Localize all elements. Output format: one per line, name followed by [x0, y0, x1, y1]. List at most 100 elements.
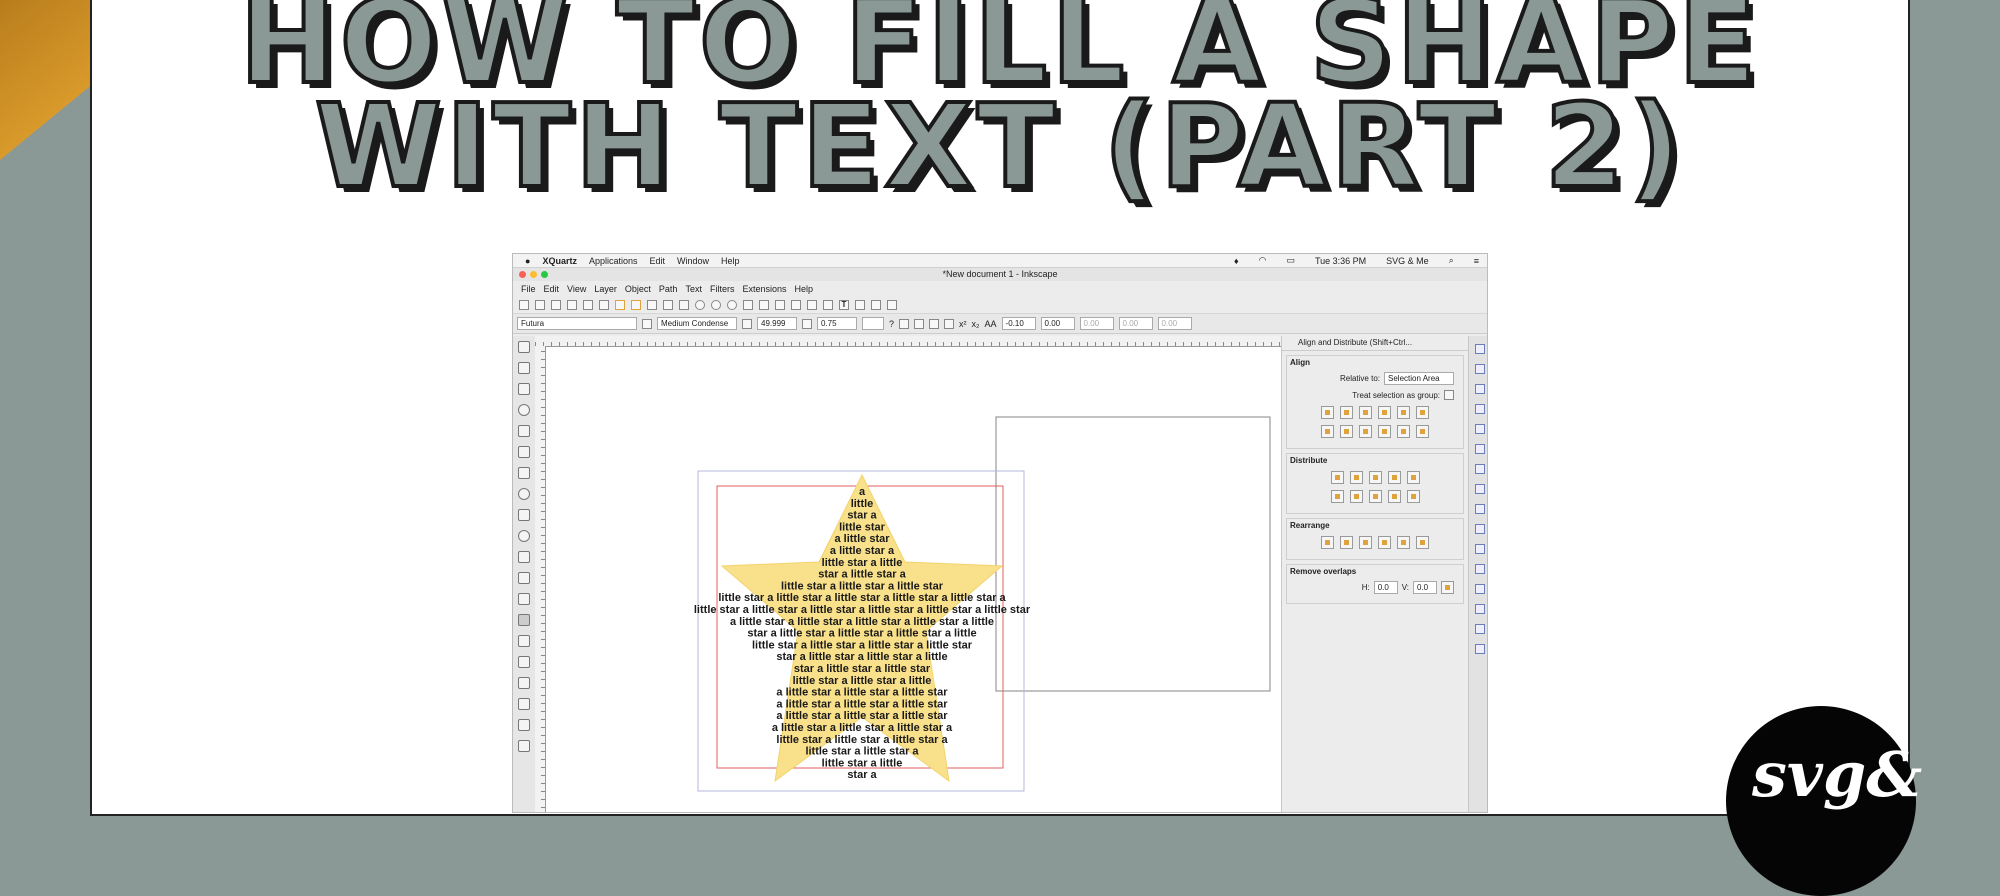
- paste-icon[interactable]: [679, 299, 689, 310]
- menu-path[interactable]: Path: [659, 284, 678, 294]
- snap-bbox-icon[interactable]: [1474, 364, 1485, 374]
- ellipse-tool-icon[interactable]: [518, 488, 530, 500]
- redo-icon[interactable]: [631, 299, 641, 310]
- mac-menu-window[interactable]: Window: [677, 256, 709, 266]
- print-icon[interactable]: [567, 299, 577, 310]
- distribute-left-icon[interactable]: [1330, 471, 1344, 484]
- text-font-icon[interactable]: T: [839, 299, 849, 310]
- menu-view[interactable]: View: [567, 284, 586, 294]
- snap-grid-icon[interactable]: [1474, 624, 1485, 634]
- vertical-shift-input[interactable]: 0.00: [1118, 317, 1153, 330]
- clone-icon[interactable]: [759, 299, 769, 310]
- pen-tool-icon[interactable]: [518, 572, 530, 584]
- snap-bbox-edges-icon[interactable]: [1474, 384, 1485, 394]
- close-window-button[interactable]: [519, 271, 526, 278]
- cut-icon[interactable]: [663, 299, 673, 310]
- distribute-middle-icon[interactable]: [1349, 490, 1363, 503]
- center-horizontal-axis-icon[interactable]: [1359, 425, 1372, 438]
- eraser-tool-icon[interactable]: [518, 656, 530, 668]
- align-text-baseline-icon[interactable]: [1416, 425, 1429, 438]
- rotation-input[interactable]: 0.00: [1157, 317, 1192, 330]
- menu-help[interactable]: Help: [794, 284, 813, 294]
- ungroup-icon[interactable]: [807, 299, 817, 310]
- distribute-center-icon[interactable]: [1349, 471, 1363, 484]
- align-justify-icon[interactable]: [944, 318, 955, 329]
- group-icon[interactable]: [791, 299, 801, 310]
- align-top-edges-icon[interactable]: [1340, 425, 1353, 438]
- snap-paths-icon[interactable]: [1474, 464, 1485, 474]
- spray-tool-icon[interactable]: [518, 635, 530, 647]
- pencil-tool-icon[interactable]: [518, 551, 530, 563]
- measure-tool-icon[interactable]: [518, 425, 530, 437]
- menu-layer[interactable]: Layer: [594, 284, 617, 294]
- mac-menu-applications[interactable]: Applications: [589, 256, 638, 266]
- battery-icon[interactable]: ▭: [1286, 255, 1295, 266]
- box-3d-tool-icon[interactable]: [518, 467, 530, 479]
- align-bottom-edge-icon[interactable]: [1321, 425, 1334, 438]
- distribute-baseline-icon[interactable]: [1406, 471, 1420, 484]
- maximize-window-button[interactable]: [541, 271, 548, 278]
- mac-menu-help[interactable]: Help: [721, 256, 740, 266]
- mesh-tool-icon[interactable]: [518, 719, 530, 731]
- snap-rotation-icon[interactable]: [1474, 564, 1485, 574]
- align-left-icon[interactable]: [899, 318, 910, 329]
- align-distribute-icon[interactable]: [871, 299, 881, 310]
- snap-bbox-corners-icon[interactable]: [1474, 404, 1485, 414]
- zoom-tool-icon[interactable]: [518, 404, 530, 416]
- distribute-top-icon[interactable]: [1330, 490, 1344, 503]
- zoom-page-icon[interactable]: [727, 299, 737, 310]
- align-right-edge-icon[interactable]: [1321, 406, 1334, 419]
- gradient-tool-icon[interactable]: [518, 698, 530, 710]
- export-icon[interactable]: [599, 299, 609, 310]
- font-family-input[interactable]: Futura: [517, 317, 637, 330]
- star-tool-icon[interactable]: [518, 509, 530, 521]
- graph-layout-icon[interactable]: [1321, 536, 1334, 549]
- remove-overlaps-button[interactable]: [1441, 581, 1454, 594]
- node-tool-icon[interactable]: [518, 362, 530, 374]
- align-top-edge-icon[interactable]: [1397, 425, 1410, 438]
- align-left-edge-icon[interactable]: [1397, 406, 1410, 419]
- distribute-right-icon[interactable]: [1368, 471, 1382, 484]
- align-center-icon[interactable]: [914, 318, 925, 329]
- word-spacing-input[interactable]: 0.00: [1040, 317, 1075, 330]
- snap-centers-icon[interactable]: [1474, 544, 1485, 554]
- snap-midpoints-icon[interactable]: [1474, 424, 1485, 434]
- menu-object[interactable]: Object: [625, 284, 651, 294]
- menu-extensions[interactable]: Extensions: [742, 284, 786, 294]
- bucket-tool-icon[interactable]: [518, 677, 530, 689]
- menu-text[interactable]: Text: [685, 284, 702, 294]
- list-icon[interactable]: ≡: [1474, 256, 1479, 266]
- xml-editor-icon[interactable]: [855, 299, 865, 310]
- font-size-input[interactable]: 49.999: [757, 317, 797, 330]
- align-bottom-edges-icon[interactable]: [1378, 425, 1391, 438]
- subscript-icon[interactable]: x₂: [972, 319, 980, 329]
- snap-smooth-icon[interactable]: [1474, 524, 1485, 534]
- wifi-icon[interactable]: ◠: [1259, 255, 1267, 266]
- font-family-dropdown-icon[interactable]: [642, 318, 652, 329]
- snap-nodes-icon[interactable]: [1474, 444, 1485, 454]
- snap-page-icon[interactable]: [1474, 604, 1485, 614]
- unlink-clone-icon[interactable]: [775, 299, 785, 310]
- unit-select[interactable]: [862, 317, 884, 330]
- open-icon[interactable]: [535, 299, 545, 310]
- distribute-gaps-icon[interactable]: [1387, 471, 1401, 484]
- align-baseline-icon[interactable]: [1416, 406, 1429, 419]
- align-left-edges-icon[interactable]: [1340, 406, 1353, 419]
- minimize-window-button[interactable]: [530, 271, 537, 278]
- mac-menu-xquartz[interactable]: XQuartz: [542, 256, 577, 266]
- menu-filters[interactable]: Filters: [710, 284, 735, 294]
- fill-stroke-icon[interactable]: [823, 299, 833, 310]
- apple-icon[interactable]: ●: [525, 256, 530, 266]
- snap-cusp-icon[interactable]: [1474, 504, 1485, 514]
- selector-tool-icon[interactable]: [518, 341, 530, 353]
- mic-icon[interactable]: ♦: [1234, 256, 1239, 266]
- new-document-icon[interactable]: [519, 299, 529, 310]
- distribute-bottom-icon[interactable]: [1368, 490, 1382, 503]
- clock[interactable]: Tue 3:36 PM: [1315, 256, 1366, 266]
- menu-file[interactable]: File: [521, 284, 536, 294]
- zoom-drawing-icon[interactable]: [711, 299, 721, 310]
- snap-toggle-icon[interactable]: [1474, 344, 1485, 354]
- preferences-icon[interactable]: [887, 299, 897, 310]
- import-icon[interactable]: [583, 299, 593, 310]
- snap-intersections-icon[interactable]: [1474, 484, 1485, 494]
